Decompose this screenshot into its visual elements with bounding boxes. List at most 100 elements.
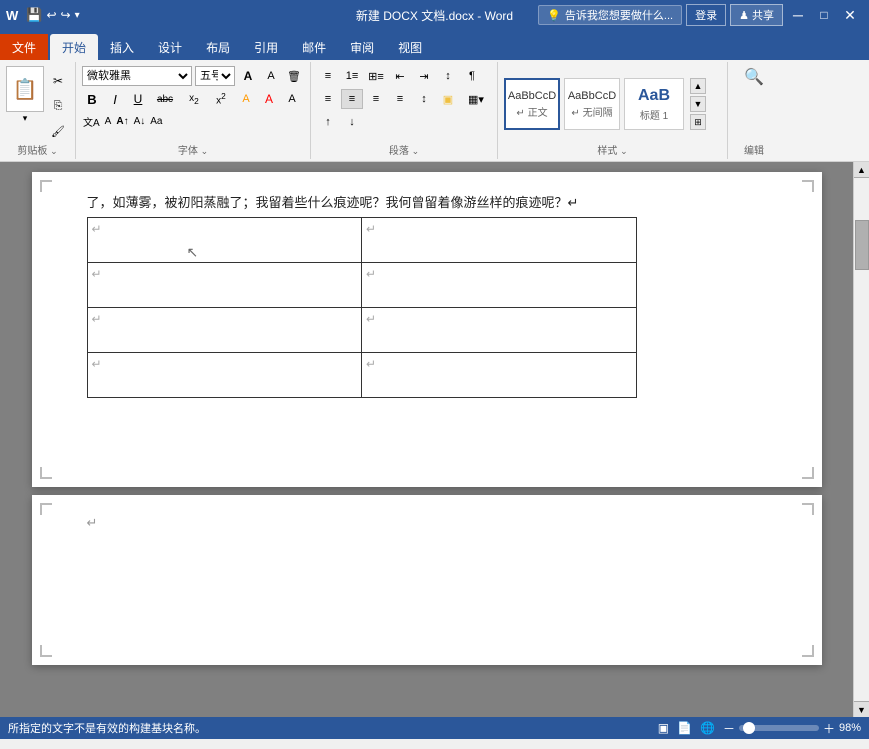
- align-center-button[interactable]: ≡: [341, 89, 363, 109]
- paste-button[interactable]: 📋: [6, 66, 44, 112]
- save-icon[interactable]: 💾: [26, 7, 42, 23]
- document-area: ↖ 了，如薄雾，被初阳蒸融了；我留着些什么痕迹呢？我何曾留着像游丝样的痕迹呢？↵…: [0, 162, 853, 717]
- styles-group-label: 样式 ⌄: [504, 142, 721, 157]
- border-button[interactable]: ▦▾: [461, 89, 491, 109]
- cut-button[interactable]: ✂: [47, 70, 69, 92]
- shading-button[interactable]: ▣: [437, 89, 459, 109]
- zoom-slider[interactable]: [739, 725, 819, 731]
- line-spacing-button[interactable]: ↕: [413, 89, 435, 109]
- table-cell[interactable]: ↵: [362, 218, 637, 263]
- justify-button[interactable]: ≡: [389, 89, 411, 109]
- find-button[interactable]: 🔍: [734, 66, 774, 88]
- zoom-out-button[interactable]: －: [723, 720, 735, 737]
- font-group: 微软雅黑 五号 A A 🗑 B I U abc x2 x2 A A A: [76, 62, 311, 159]
- table-cell[interactable]: ↵: [362, 263, 637, 308]
- scroll-thumb[interactable]: [855, 220, 869, 270]
- table-cell[interactable]: ↵: [362, 353, 637, 398]
- close-button[interactable]: ✕: [839, 4, 861, 26]
- tab-references[interactable]: 引用: [242, 34, 290, 60]
- login-button[interactable]: 登录: [686, 4, 726, 26]
- scrollbar-right[interactable]: ▲ ▼: [853, 162, 869, 717]
- italic-button[interactable]: I: [105, 89, 125, 109]
- scroll-up-button[interactable]: ▲: [854, 162, 869, 178]
- title-bar: W 💾 ↩ ↪ ▾ 新建 DOCX 文档.docx - Word 💡 告诉我您想…: [0, 0, 869, 30]
- bold-button[interactable]: B: [82, 89, 102, 109]
- style-normal[interactable]: AaBbCcD ↵ 正文: [504, 78, 560, 130]
- styles-scroll-down-button[interactable]: ▼: [690, 96, 706, 112]
- show-formatting-button[interactable]: ¶: [461, 66, 483, 86]
- align-right-button[interactable]: ≡: [365, 89, 387, 109]
- table-cell[interactable]: ↵: [87, 218, 362, 263]
- status-bar: 所指定的文字不是有效的构建基块名称。 ▣ 📄 🌐 － ＋ 98%: [0, 717, 869, 739]
- decrease-indent-button[interactable]: ⇤: [389, 66, 411, 86]
- zoom-in-button[interactable]: ＋: [823, 720, 835, 737]
- increase-indent-button[interactable]: ⇥: [413, 66, 435, 86]
- phonetic-button[interactable]: 文A: [82, 112, 101, 130]
- tab-review[interactable]: 审阅: [338, 34, 386, 60]
- increase-spacing-button[interactable]: ↓: [341, 112, 363, 132]
- bullets-button[interactable]: ≡: [317, 66, 339, 86]
- table-row: ↵ ↵: [87, 308, 636, 353]
- enlarge-font-button[interactable]: A↑: [115, 112, 129, 130]
- clipboard-group-label: 剪贴板 ⌄: [6, 142, 69, 157]
- scroll-down-button[interactable]: ▼: [854, 701, 869, 717]
- text-highlight-button[interactable]: A: [236, 89, 256, 109]
- styles-expand-button[interactable]: ⊞: [690, 114, 706, 130]
- view-print-button[interactable]: 📄: [677, 721, 692, 735]
- table-cell[interactable]: ↵: [362, 308, 637, 353]
- font-group-label: 字体 ⌄: [82, 142, 304, 157]
- quick-access-toolbar: W 💾 ↩ ↪ ▾: [0, 7, 80, 23]
- minimize-button[interactable]: ─: [787, 4, 809, 26]
- styles-scroll-up-button[interactable]: ▲: [690, 78, 706, 94]
- font-name-select[interactable]: 微软雅黑: [82, 66, 192, 86]
- tab-file[interactable]: 文件: [0, 34, 48, 60]
- tab-home[interactable]: 开始: [50, 34, 98, 60]
- decrease-font-button[interactable]: A: [261, 66, 281, 86]
- table-row: ↵ ↵: [87, 218, 636, 263]
- table-cell[interactable]: ↵: [87, 353, 362, 398]
- superscript-button[interactable]: x2: [209, 89, 233, 109]
- tab-insert[interactable]: 插入: [98, 34, 146, 60]
- multilevel-list-button[interactable]: ⊞≡: [365, 66, 387, 86]
- shrink-font-button[interactable]: A↓: [133, 112, 147, 130]
- table-cell[interactable]: ↵: [87, 263, 362, 308]
- redo-icon[interactable]: ↪: [61, 8, 71, 22]
- font-size-select[interactable]: 五号: [195, 66, 235, 86]
- customize-icon[interactable]: ▾: [75, 10, 80, 21]
- share-button[interactable]: ♟ 共享: [730, 4, 783, 26]
- clear-format-button[interactable]: 🗑: [284, 66, 304, 86]
- doc-text-line[interactable]: 了，如薄雾，被初阳蒸融了；我留着些什么痕迹呢？我何曾留着像游丝样的痕迹呢？↵: [87, 192, 767, 211]
- editing-group-label: 编辑: [734, 142, 774, 157]
- align-left-button[interactable]: ≡: [317, 89, 339, 109]
- text-effect-button[interactable]: A: [282, 89, 302, 109]
- subscript-button[interactable]: x2: [182, 89, 206, 109]
- decrease-spacing-button[interactable]: ↑: [317, 112, 339, 132]
- numbering-button[interactable]: 1≡: [341, 66, 363, 86]
- font-color-button[interactable]: A: [259, 89, 279, 109]
- view-normal-button[interactable]: ▣: [658, 721, 669, 735]
- tab-design[interactable]: 设计: [146, 34, 194, 60]
- change-case-button[interactable]: Aa: [149, 112, 163, 130]
- word-icon: W: [6, 8, 18, 23]
- maximize-button[interactable]: □: [813, 4, 835, 26]
- zoom-controls: － ＋ 98%: [723, 720, 861, 737]
- format-painter-button[interactable]: 🖌: [47, 120, 69, 142]
- tab-mailings[interactable]: 邮件: [290, 34, 338, 60]
- character-shading-button[interactable]: A: [104, 112, 113, 130]
- table-cell[interactable]: ↵: [87, 308, 362, 353]
- view-web-button[interactable]: 🌐: [700, 721, 715, 735]
- style-heading1[interactable]: AaB 标题 1: [624, 78, 684, 130]
- page2-text[interactable]: ↵: [87, 515, 767, 531]
- undo-icon[interactable]: ↩: [46, 8, 56, 22]
- tab-view[interactable]: 视图: [386, 34, 434, 60]
- tell-me-box[interactable]: 💡 告诉我您想要做什么...: [538, 5, 682, 25]
- increase-font-button[interactable]: A: [238, 66, 258, 86]
- sort-button[interactable]: ↕: [437, 66, 459, 86]
- underline-button[interactable]: U: [128, 89, 148, 109]
- resize-cursor: ↖: [187, 244, 199, 261]
- tab-layout[interactable]: 布局: [194, 34, 242, 60]
- title-bar-title: 新建 DOCX 文档.docx - Word: [356, 7, 513, 24]
- strikethrough-button[interactable]: abc: [151, 89, 179, 109]
- style-no-spacing[interactable]: AaBbCcD ↵ 无间隔: [564, 78, 620, 130]
- copy-button[interactable]: ⎘: [47, 95, 69, 117]
